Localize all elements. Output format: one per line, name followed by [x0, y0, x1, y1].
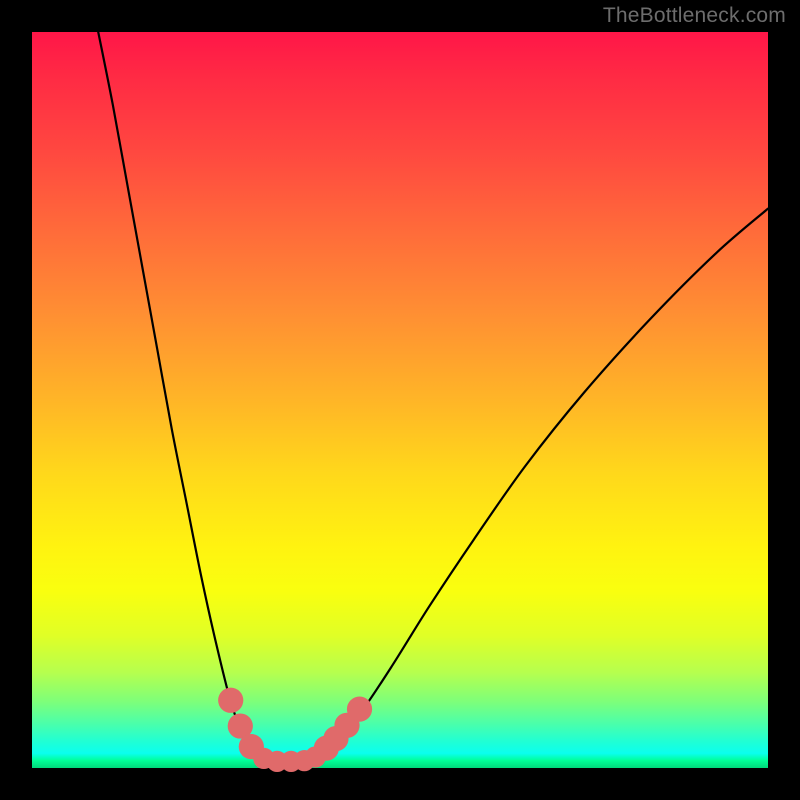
- watermark-text: TheBottleneck.com: [603, 4, 786, 28]
- bottleneck-curve: [98, 32, 768, 762]
- chart-stage: TheBottleneck.com: [0, 0, 800, 800]
- highlight-dot: [218, 688, 243, 713]
- highlight-dot: [347, 697, 372, 722]
- curve-layer: [32, 32, 768, 768]
